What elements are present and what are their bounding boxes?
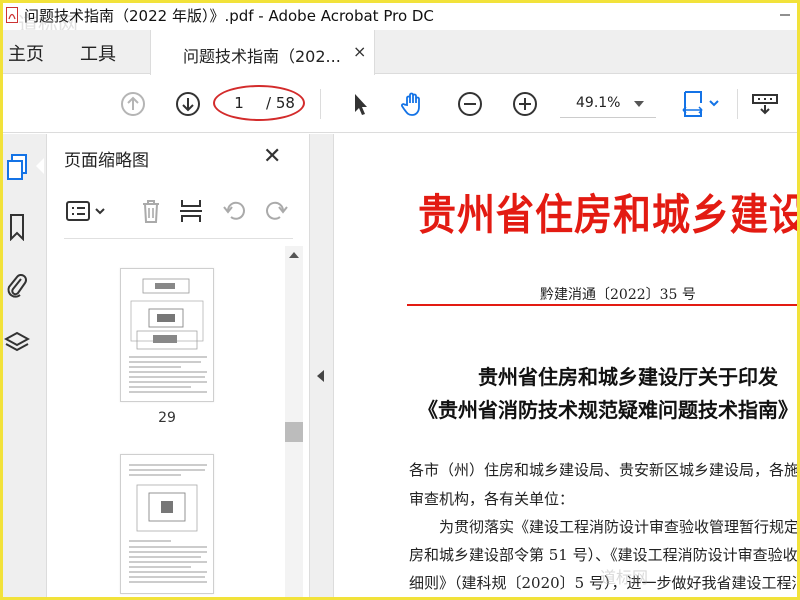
hand-tool-icon[interactable] <box>398 89 428 119</box>
thumbnail-page-number: 29 <box>158 410 176 426</box>
panel-divider <box>64 238 293 239</box>
acrobat-app-icon <box>6 7 18 23</box>
minimize-button[interactable] <box>770 0 800 30</box>
select-cursor-icon[interactable] <box>345 89 375 119</box>
thumbnail-page-diagram <box>129 278 207 393</box>
panel-toolbar <box>47 190 310 236</box>
scrollbar-thumb[interactable] <box>285 422 303 442</box>
zoom-level-dropdown[interactable]: 49.1% <box>560 88 656 118</box>
panel-title: 页面缩略图 <box>64 151 149 171</box>
layers-icon[interactable] <box>4 328 30 358</box>
page-thumbnail[interactable] <box>120 268 214 402</box>
document-number: 黔建消通〔2022〕35 号 <box>540 287 696 303</box>
document-view[interactable]: 贵州省住房和城乡建设厅文件 黔建消通〔2022〕35 号 贵州省住房和城乡建设厅… <box>335 134 800 600</box>
page-thumbnail[interactable] <box>120 454 214 594</box>
zoom-in-icon[interactable] <box>510 89 540 119</box>
delete-pages-icon[interactable] <box>136 196 166 226</box>
document-red-header: 贵州省住房和城乡建设厅文件 <box>418 188 800 240</box>
body-text-line: 为贯彻落实《建设工程消防设计审查验收管理暂行规定》 <box>439 518 800 536</box>
document-tab-label: 问题技术指南（202... <box>183 47 341 66</box>
current-page-input[interactable]: 1 <box>222 94 256 112</box>
thumbnail-page-diagram <box>129 464 207 583</box>
rotate-counterclockwise-icon[interactable] <box>220 196 250 226</box>
main-toolbar: 1 / 58 <box>0 75 800 133</box>
fit-page-icon[interactable] <box>680 89 726 119</box>
body-text-line: 审查机构，各有关单位： <box>409 490 575 508</box>
panel-close-button[interactable]: ✕ <box>263 144 281 169</box>
body-text-line: 细则》（建科规〔2020〕5 号），进一步做好我省建设工程消防 <box>409 574 800 592</box>
bookmarks-icon[interactable] <box>4 212 30 242</box>
tools-menu[interactable]: 工具 <box>80 40 116 66</box>
body-text-line: 房和城乡建设部令第 51 号）、《建设工程消防设计审查验收工 <box>409 546 800 564</box>
document-tab[interactable]: 问题技术指南（202... × <box>150 30 375 75</box>
attachments-icon[interactable] <box>4 270 30 300</box>
previous-page-icon[interactable] <box>118 89 148 119</box>
home-menu[interactable]: 主页 <box>8 40 44 66</box>
next-page-icon[interactable] <box>173 89 203 119</box>
zoom-out-icon[interactable] <box>455 89 485 119</box>
tab-close-button[interactable]: × <box>353 42 366 61</box>
collapse-panel-icon[interactable] <box>317 370 324 382</box>
body-text-line: 各市（州）住房和城乡建设局、贵安新区城乡建设局，各施工 <box>409 461 800 479</box>
window-title: 问题技术指南（2022 年版）》.pdf - Adobe Acrobat Pro… <box>24 6 434 25</box>
red-divider-line <box>407 304 800 306</box>
tab-row: 主页 工具 问题技术指南（202... × <box>0 30 800 75</box>
toolbar-divider <box>737 89 738 119</box>
scroll-up-icon[interactable] <box>285 246 303 264</box>
thumbnail-options-icon[interactable] <box>65 196 109 226</box>
rotate-clockwise-icon[interactable] <box>261 196 291 226</box>
page-thumbnails-icon[interactable] <box>4 152 30 182</box>
page-number-field[interactable]: 1 / 58 <box>222 90 302 116</box>
total-pages-label: / 58 <box>266 94 295 112</box>
thumbnails-panel: 页面缩略图 ✕ 29 <box>47 134 310 600</box>
zoom-level-value: 49.1% <box>576 94 621 111</box>
toolbar-divider <box>320 89 321 119</box>
active-rail-pointer <box>36 158 44 174</box>
document-title-line-2: 《贵州省消防技术规范疑难问题技术指南》的通 <box>418 398 800 422</box>
document-title-line-1: 贵州省住房和城乡建设厅关于印发 <box>478 365 778 389</box>
scroll-mode-icon[interactable] <box>750 89 780 119</box>
thumbnail-list: 29 <box>47 246 287 600</box>
insert-page-icon[interactable] <box>176 196 206 226</box>
title-bar: 问题技术指南（2022 年版）》.pdf - Adobe Acrobat Pro… <box>0 0 800 30</box>
panel-collapse-strip[interactable] <box>310 134 334 600</box>
dropdown-caret-icon <box>634 95 644 111</box>
left-navigation-rail <box>0 134 47 600</box>
